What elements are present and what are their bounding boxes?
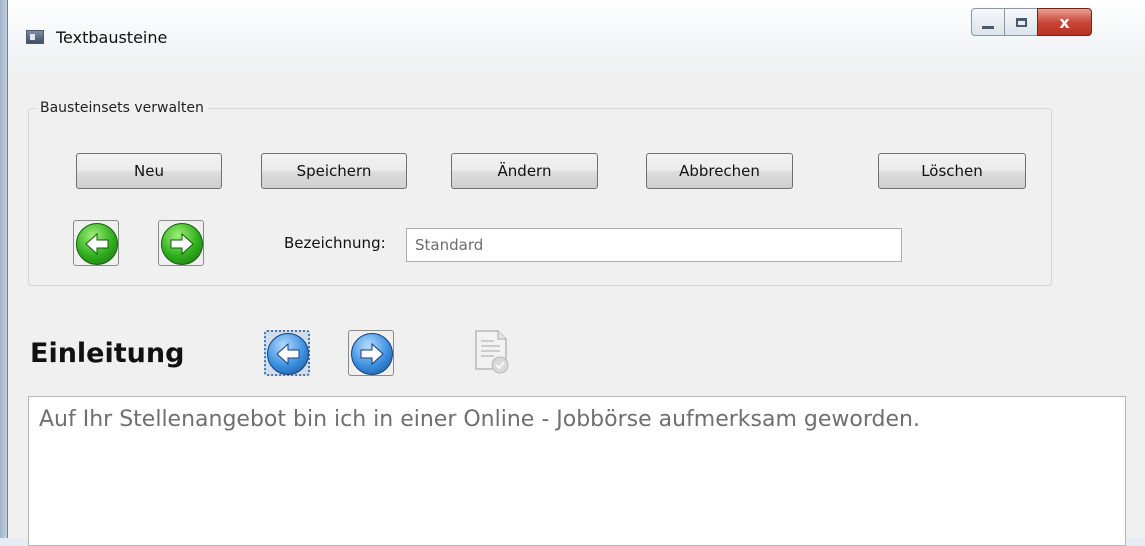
change-button[interactable]: Ändern — [451, 153, 598, 189]
app-icon — [26, 30, 44, 44]
maximize-button[interactable] — [1004, 8, 1038, 36]
save-button[interactable]: Speichern — [261, 153, 407, 189]
arrow-left-blue-icon — [267, 333, 309, 375]
maximize-icon — [1015, 17, 1027, 27]
block-previous-button[interactable] — [264, 330, 310, 376]
set-next-button[interactable] — [158, 220, 204, 266]
designation-label: Bezeichnung: — [284, 234, 386, 252]
set-previous-button[interactable] — [73, 220, 119, 266]
text-block-area[interactable]: Auf Ihr Stellenangebot bin ich in einer … — [28, 396, 1126, 546]
new-button[interactable]: Neu — [76, 153, 222, 189]
delete-button[interactable]: Löschen — [878, 153, 1026, 189]
arrow-right-blue-icon — [351, 333, 393, 375]
window-title: Textbausteine — [56, 28, 168, 47]
section-title: Einleitung — [30, 338, 185, 369]
arrow-right-green-icon — [161, 223, 203, 265]
arrow-left-green-icon — [76, 223, 118, 265]
minimize-icon — [982, 25, 994, 29]
groupbox-label: Bausteinsets verwalten — [36, 100, 208, 116]
title-bar[interactable]: Textbausteine x — [8, 0, 1145, 80]
cancel-button[interactable]: Abbrechen — [646, 153, 793, 189]
close-button[interactable]: x — [1037, 8, 1092, 36]
document-check-icon[interactable] — [474, 329, 510, 375]
designation-input[interactable] — [406, 228, 902, 262]
close-icon: x — [1059, 12, 1070, 32]
minimize-button[interactable] — [971, 8, 1005, 36]
block-next-button[interactable] — [348, 330, 394, 376]
